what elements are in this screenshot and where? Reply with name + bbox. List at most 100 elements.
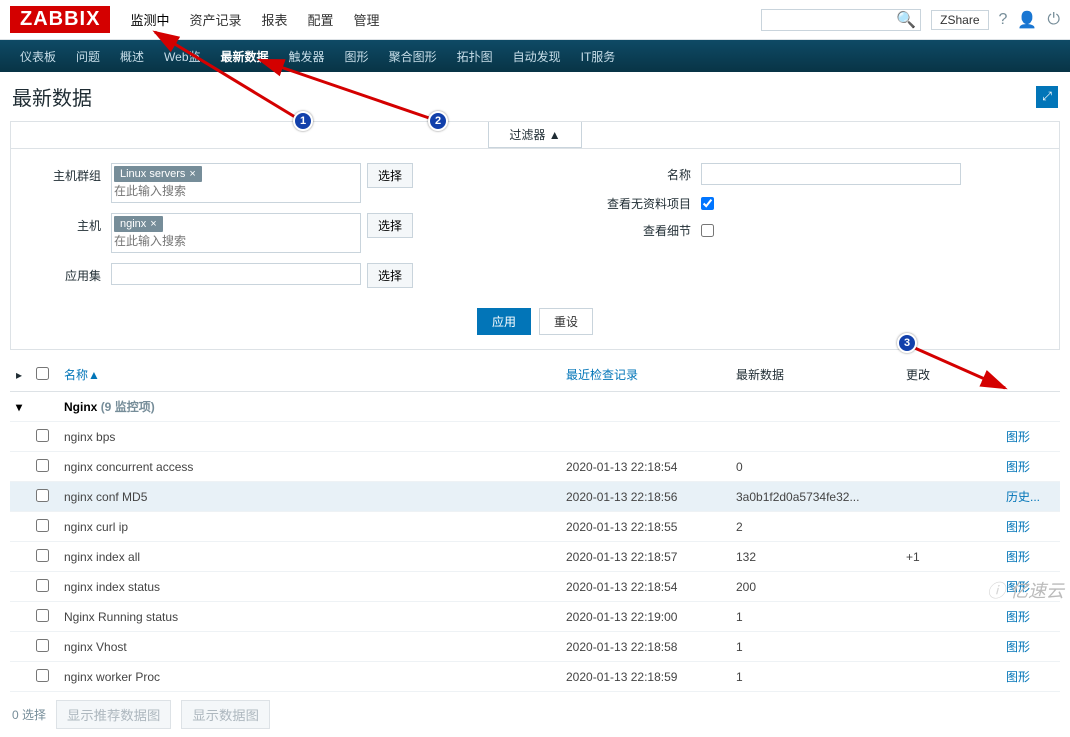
col-last-check[interactable]: 最近检查记录 (560, 358, 730, 392)
item-link[interactable]: 图形 (1006, 460, 1030, 474)
item-last-check: 2020-01-13 22:18:56 (560, 482, 730, 512)
nav-maps[interactable]: 拓扑图 (447, 40, 503, 73)
table-row: Nginx Running status 2020-01-13 22:19:00… (10, 602, 1060, 632)
page-title: 最新数据 (12, 82, 1036, 111)
top-menu: 监测中 资产记录 报表 配置 管理 (122, 4, 761, 35)
nav-screens[interactable]: 聚合图形 (379, 40, 447, 73)
search-icon[interactable]: 🔍 (896, 10, 916, 30)
selected-count: 0 选择 (12, 706, 46, 723)
item-link[interactable]: 历史... (1006, 490, 1040, 504)
table-row: nginx conf MD5 2020-01-13 22:18:56 3a0b1… (10, 482, 1060, 512)
col-checkbox-all[interactable] (30, 358, 58, 392)
nav-overview[interactable]: 概述 (110, 40, 154, 73)
remove-tag-icon[interactable]: × (189, 168, 195, 180)
show-graph-button[interactable]: 显示数据图 (181, 700, 270, 729)
footer-bar: 0 选择 显示推荐数据图 显示数据图 (0, 692, 1070, 737)
user-icon[interactable]: 👤 (1017, 10, 1037, 30)
nav-dashboard[interactable]: 仪表板 (10, 40, 66, 73)
row-checkbox[interactable] (36, 489, 49, 502)
nav-problems[interactable]: 问题 (66, 40, 110, 73)
row-checkbox[interactable] (36, 639, 49, 652)
topmenu-reports[interactable]: 报表 (253, 4, 295, 35)
item-change (900, 572, 1000, 602)
hostgroup-multiselect[interactable]: Linux servers× (111, 163, 361, 203)
host-multiselect[interactable]: nginx× (111, 213, 361, 253)
row-checkbox[interactable] (36, 549, 49, 562)
item-last-data: 3a0b1f2d0a5734fe32... (730, 482, 900, 512)
row-checkbox[interactable] (36, 459, 49, 472)
show-detail-checkbox[interactable] (701, 224, 714, 237)
nav-web[interactable]: Web监 (154, 40, 210, 73)
nav-latest-data[interactable]: 最新数据 (211, 40, 279, 73)
item-link[interactable]: 图形 (1006, 610, 1030, 624)
item-link[interactable]: 图形 (1006, 670, 1030, 684)
item-last-data: 1 (730, 602, 900, 632)
row-checkbox[interactable] (36, 609, 49, 622)
topmenu-admin[interactable]: 管理 (346, 4, 388, 35)
item-name: Nginx Running status (58, 602, 560, 632)
table-row: nginx concurrent access 2020-01-13 22:18… (10, 452, 1060, 482)
row-checkbox[interactable] (36, 579, 49, 592)
row-checkbox[interactable] (36, 519, 49, 532)
power-icon[interactable]: ⏻ (1047, 11, 1060, 29)
nav-triggers[interactable]: 触发器 (279, 40, 335, 73)
item-last-check: 2020-01-13 22:19:00 (560, 602, 730, 632)
select-all-checkbox[interactable] (36, 367, 49, 380)
show-empty-checkbox[interactable] (701, 197, 714, 210)
host-select-button[interactable]: 选择 (367, 213, 413, 238)
filter-toggle[interactable]: 过滤器 ▲ (488, 122, 581, 148)
item-name: nginx bps (58, 422, 560, 452)
fullscreen-button[interactable]: ⤢ (1036, 86, 1058, 108)
item-link[interactable]: 图形 (1006, 520, 1030, 534)
item-link[interactable]: 图形 (1006, 430, 1030, 444)
item-last-check (560, 422, 730, 452)
col-name[interactable]: 名称▲ (58, 358, 560, 392)
table-row: nginx curl ip 2020-01-13 22:18:55 2 图形 (10, 512, 1060, 542)
nav-graphs[interactable]: 图形 (335, 40, 379, 73)
item-name: nginx concurrent access (58, 452, 560, 482)
search-input[interactable] (766, 13, 896, 27)
collapse-icon[interactable]: ▾ (10, 392, 30, 422)
reset-button[interactable]: 重设 (539, 308, 593, 335)
remove-tag-icon[interactable]: × (150, 218, 156, 230)
hostgroup-tag[interactable]: Linux servers× (114, 166, 202, 182)
item-change (900, 512, 1000, 542)
row-checkbox[interactable] (36, 429, 49, 442)
hostgroup-input[interactable] (114, 182, 358, 200)
item-last-check: 2020-01-13 22:18:54 (560, 452, 730, 482)
item-name: nginx index all (58, 542, 560, 572)
topmenu-config[interactable]: 配置 (300, 4, 342, 35)
apply-button[interactable]: 应用 (477, 308, 531, 335)
help-icon[interactable]: ? (999, 11, 1008, 29)
latest-data-table: ▸ 名称▲ 最近检查记录 最新数据 更改 ▾ Nginx (9 监控项) ngi… (10, 358, 1060, 692)
item-last-data: 2 (730, 512, 900, 542)
topmenu-inventory[interactable]: 资产记录 (181, 4, 249, 35)
show-stacked-graph-button[interactable]: 显示推荐数据图 (56, 700, 171, 729)
item-name: nginx conf MD5 (58, 482, 560, 512)
nav-discovery[interactable]: 自动发现 (503, 40, 571, 73)
item-last-check: 2020-01-13 22:18:58 (560, 632, 730, 662)
group-row[interactable]: ▾ Nginx (9 监控项) (10, 392, 1060, 422)
col-expand[interactable]: ▸ (10, 358, 30, 392)
col-change: 更改 (900, 358, 1000, 392)
app-input[interactable] (111, 263, 361, 285)
item-change (900, 662, 1000, 692)
item-name: nginx index status (58, 572, 560, 602)
nav-itservices[interactable]: IT服务 (571, 40, 626, 73)
table-row: nginx index status 2020-01-13 22:18:54 2… (10, 572, 1060, 602)
item-last-data: 0 (730, 452, 900, 482)
app-select-button[interactable]: 选择 (367, 263, 413, 288)
item-link[interactable]: 图形 (1006, 550, 1030, 564)
table-row: nginx Vhost 2020-01-13 22:18:58 1 图形 (10, 632, 1060, 662)
name-input[interactable] (701, 163, 961, 185)
col-link (1000, 358, 1060, 392)
row-checkbox[interactable] (36, 669, 49, 682)
host-input[interactable] (114, 232, 358, 250)
item-last-check: 2020-01-13 22:18:57 (560, 542, 730, 572)
host-tag[interactable]: nginx× (114, 216, 163, 232)
share-button[interactable]: ZShare (931, 10, 988, 30)
hostgroup-select-button[interactable]: 选择 (367, 163, 413, 188)
global-search[interactable]: 🔍 (761, 9, 921, 31)
item-link[interactable]: 图形 (1006, 640, 1030, 654)
topmenu-monitoring[interactable]: 监测中 (122, 4, 177, 35)
